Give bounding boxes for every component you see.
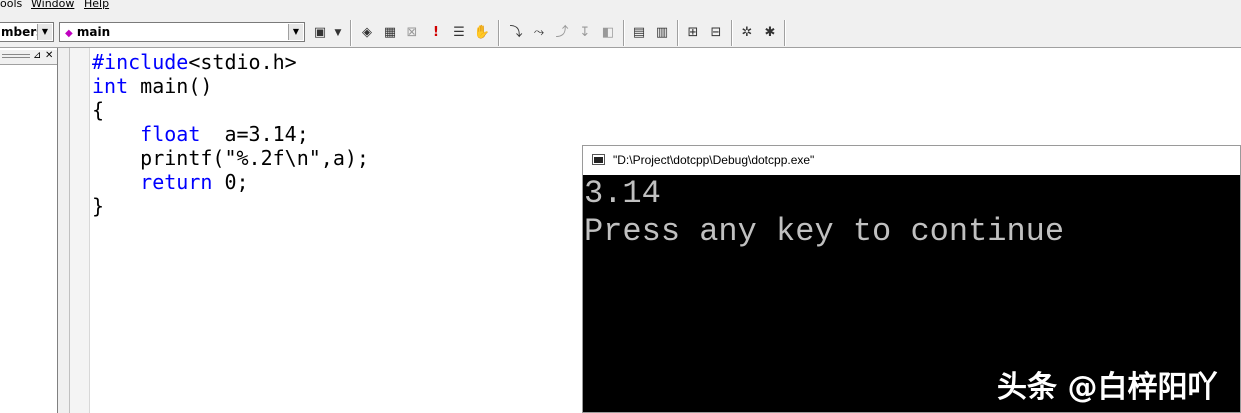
code-keyword: #include bbox=[92, 50, 189, 74]
go-icon[interactable]: ☰ bbox=[449, 23, 469, 43]
step-into-icon[interactable]: ⤵ bbox=[506, 23, 526, 43]
members-combo[interactable]: mbers ▼ bbox=[0, 22, 54, 42]
wizard-icon[interactable]: ▣ bbox=[310, 23, 330, 43]
code-line[interactable]: printf("%.2f\n",a); bbox=[92, 146, 369, 170]
console-output-line: 3.14 bbox=[584, 175, 661, 212]
code-text: printf("%.2f\n",a); bbox=[92, 146, 369, 170]
grip-icon[interactable] bbox=[2, 54, 30, 58]
menu-window-label: Window bbox=[31, 0, 75, 10]
function-diamond-icon: ◆ bbox=[65, 28, 73, 39]
build-icon[interactable]: ▦ bbox=[380, 23, 400, 43]
watch-icon[interactable]: ▤ bbox=[629, 23, 649, 43]
toolbar: mbers ▼ ◆ main ▼ ▣ ▼ ◈ ▦ ⊠ ! ☰ ✋ ⤵ ⤳ ⤴ ↧… bbox=[0, 12, 1241, 48]
console-output-line: Press any key to continue bbox=[584, 213, 1065, 250]
editor-margin bbox=[70, 48, 90, 413]
close-icon[interactable]: ✕ bbox=[45, 50, 53, 61]
code-line[interactable]: int main() bbox=[92, 74, 369, 98]
call-stack-icon[interactable]: ✲ bbox=[737, 23, 757, 43]
chevron-down-icon[interactable]: ▼ bbox=[328, 23, 348, 43]
compile-icon[interactable]: ◈ bbox=[357, 23, 377, 43]
workspace-panel-header: ⊿ ✕ bbox=[0, 50, 57, 65]
console-titlebar[interactable]: "D:\Project\dotcpp\Debug\dotcpp.exe" bbox=[583, 146, 1240, 175]
code-line[interactable]: { bbox=[92, 98, 369, 122]
toolbar-separator bbox=[623, 20, 625, 46]
code-line[interactable]: } bbox=[92, 194, 369, 218]
code-text: 0; bbox=[212, 170, 249, 194]
toolbar-separator bbox=[731, 20, 733, 46]
function-combo[interactable]: ◆ main ▼ bbox=[59, 22, 305, 42]
code-text: { bbox=[92, 98, 105, 122]
toolbar-separator bbox=[350, 20, 352, 46]
quickwatch-icon[interactable]: ◧ bbox=[598, 23, 618, 43]
code-text: a=3.14; bbox=[200, 122, 309, 146]
restore-icon[interactable]: ⊿ bbox=[33, 50, 41, 61]
watermark: 头条 @白梓阳吖 bbox=[997, 370, 1218, 405]
menu-bar: ools Window Help bbox=[0, 0, 1241, 12]
code-line[interactable]: float a=3.14; bbox=[92, 122, 369, 146]
console-title: "D:\Project\dotcpp\Debug\dotcpp.exe" bbox=[613, 153, 815, 167]
toolbar-separator bbox=[784, 20, 786, 46]
code-line[interactable]: return 0; bbox=[92, 170, 369, 194]
menu-help[interactable]: Help bbox=[84, 0, 109, 10]
chevron-down-icon[interactable]: ▼ bbox=[288, 24, 303, 40]
chevron-down-icon[interactable]: ▼ bbox=[37, 24, 52, 40]
code-text: <stdio.h> bbox=[188, 50, 297, 74]
splitter[interactable] bbox=[58, 48, 70, 413]
code-editor[interactable]: #include<stdio.h> int main(){ float a=3.1… bbox=[92, 50, 369, 218]
code-keyword: return bbox=[140, 170, 213, 194]
run-to-cursor-icon[interactable]: ↧ bbox=[575, 23, 595, 43]
workspace-panel: ⊿ ✕ bbox=[0, 48, 58, 413]
step-out-icon[interactable]: ⤴ bbox=[552, 23, 572, 43]
step-over-icon[interactable]: ⤳ bbox=[529, 23, 549, 43]
code-text: main() bbox=[128, 74, 213, 98]
menu-window[interactable]: Window bbox=[31, 0, 74, 10]
menu-tools[interactable]: ools bbox=[0, 0, 22, 10]
console-app-icon bbox=[592, 154, 605, 165]
registers-icon[interactable]: ⊞ bbox=[683, 23, 703, 43]
memory-icon[interactable]: ⊟ bbox=[706, 23, 726, 43]
variables-icon[interactable]: ▥ bbox=[652, 23, 672, 43]
stop-build-icon[interactable]: ⊠ bbox=[402, 23, 422, 43]
code-keyword: float bbox=[140, 122, 201, 146]
insert-breakpoint-icon[interactable]: ✋ bbox=[472, 23, 492, 43]
toolbar-separator bbox=[498, 20, 500, 46]
disassembly-icon[interactable]: ✱ bbox=[760, 23, 780, 43]
execute-icon[interactable]: ! bbox=[426, 23, 446, 43]
menu-help-label: Help bbox=[84, 0, 110, 10]
code-keyword: int bbox=[92, 74, 129, 98]
code-line[interactable]: #include<stdio.h> bbox=[92, 50, 369, 74]
code-text: } bbox=[92, 194, 105, 218]
toolbar-separator bbox=[677, 20, 679, 46]
function-combo-value: main bbox=[76, 25, 111, 39]
